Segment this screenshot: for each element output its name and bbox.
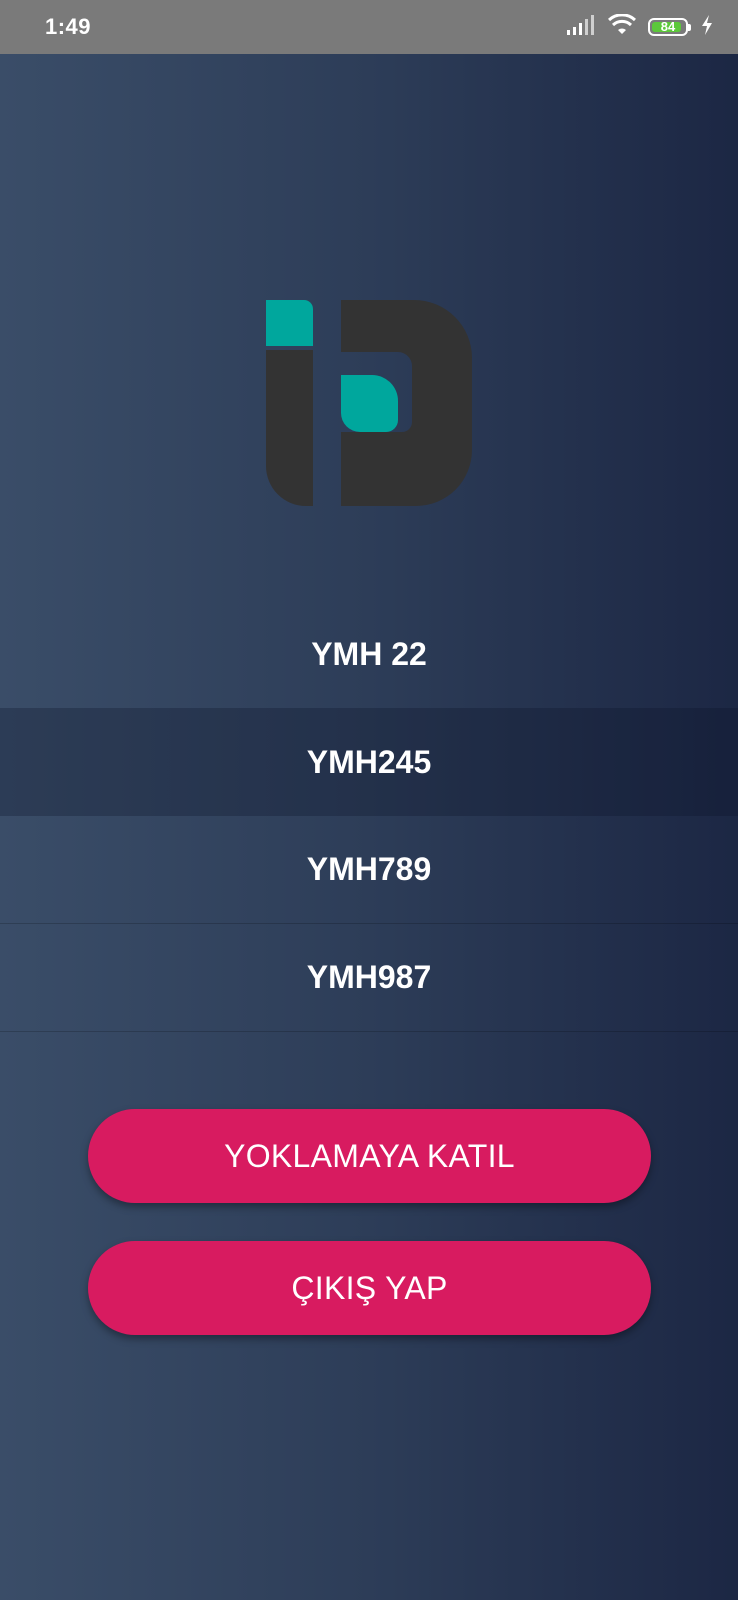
app-logo — [266, 300, 472, 506]
class-item-label: YMH 22 — [311, 635, 427, 672]
class-item-label: YMH789 — [306, 851, 432, 887]
status-time: 1:49 — [45, 14, 92, 39]
class-item-ymh245[interactable]: YMH245 — [0, 708, 738, 816]
charging-icon — [700, 14, 714, 41]
battery-level: 84 — [660, 19, 676, 34]
join-attendance-label: YOKLAMAYA KATIL — [224, 1137, 515, 1174]
class-list: YMH 22 YMH245 YMH789 YMH987 — [0, 600, 738, 1032]
status-bar: 1:49 84 — [0, 0, 738, 54]
class-item-label: YMH245 — [306, 743, 432, 780]
wifi-icon — [607, 12, 637, 41]
logout-label: ÇIKIŞ YAP — [291, 1269, 448, 1306]
class-item-ymh987[interactable]: YMH987 — [0, 924, 738, 1032]
app-screen: 1:49 84 YMH 22 YMH245 YMH789 YMH987 YOKL… — [0, 0, 738, 1600]
join-attendance-button[interactable]: YOKLAMAYA KATIL — [88, 1109, 651, 1203]
status-icons: 84 — [566, 12, 714, 42]
signal-icon — [566, 14, 596, 41]
battery-icon: 84 — [648, 18, 691, 36]
class-item-label: YMH987 — [306, 959, 432, 995]
class-item-ymh22[interactable]: YMH 22 — [0, 600, 738, 708]
logout-button[interactable]: ÇIKIŞ YAP — [88, 1241, 651, 1335]
class-item-ymh789[interactable]: YMH789 — [0, 816, 738, 924]
